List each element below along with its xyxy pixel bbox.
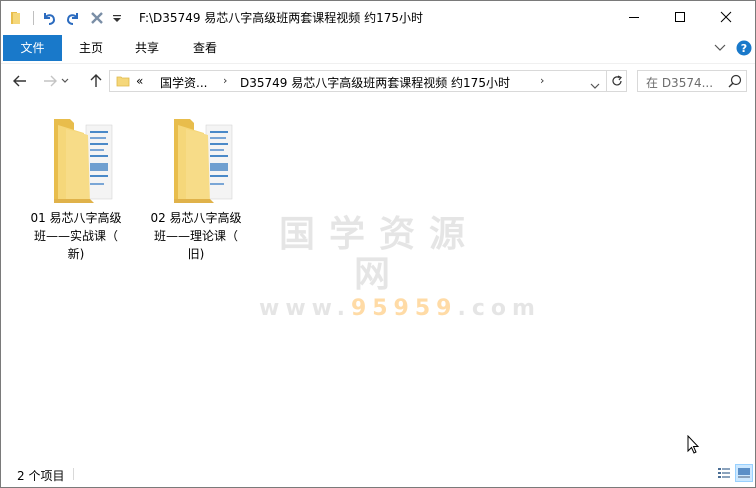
close-icon [720,11,732,23]
ribbon-tabs: 文件 主页 共享 查看 ? [1,35,755,61]
help-icon: ? [736,40,752,56]
breadcrumb-item-current[interactable]: D35749 易芯八字高级班两套课程视频 约175小时 [240,74,510,91]
watermark-url-number: 95959 [350,296,458,321]
watermark: 国学资源网 www.95959.com [259,214,535,323]
item-count: 2 个项目 [17,469,65,483]
tab-file[interactable]: 文件 [3,35,62,61]
chevron-down-icon [61,78,69,83]
title-bar: F:\D35749 易芯八字高级班两套课程视频 约175小时 [1,1,755,33]
arrow-left-icon [13,75,26,87]
minimize-icon [629,17,639,18]
quick-access-toolbar [7,8,128,28]
close-button[interactable] [703,1,749,33]
folder-name: 02 易芯八字高级 班——理论课（ 旧) [143,209,249,263]
up-button[interactable] [85,70,107,92]
folder-icon [116,74,130,88]
explorer-window: F:\D35749 易芯八字高级班两套课程视频 约175小时 文件 主页 共享 … [0,0,756,488]
tab-home[interactable]: 主页 [67,35,115,61]
folder-name-line: 班——理论课（ [153,229,238,243]
maximize-icon [675,12,685,22]
search-icon[interactable] [728,74,742,91]
maximize-button[interactable] [657,1,703,33]
recent-locations-button[interactable] [59,70,71,92]
file-list-pane: 01 易芯八字高级 班——实战课（ 新) 02 易芯八字高级 班——理论课（ 旧… [1,97,755,459]
breadcrumb-overflow[interactable]: « [136,74,143,88]
folder-name-line: 旧) [187,247,205,261]
redo-icon[interactable] [64,9,82,27]
mouse-cursor-icon [687,434,701,458]
search-input-placeholder[interactable]: 在 D3574... [646,74,713,91]
watermark-url-prefix: www. [259,296,351,321]
details-view-icon [718,468,730,478]
breadcrumb-separator-icon[interactable]: › [223,74,227,87]
folder-item[interactable]: 02 易芯八字高级 班——理论课（ 旧) [143,111,249,263]
status-bar: 2 个项目 [1,459,755,487]
forward-button[interactable] [39,70,61,92]
folder-name-line: 02 易芯八字高级 [150,211,242,225]
chevron-down-icon [714,44,726,51]
details-view-button[interactable] [715,464,733,482]
undo-icon[interactable] [40,9,58,27]
address-dropdown-icon[interactable] [590,78,600,92]
folder-with-files-icon [36,111,116,207]
watermark-title: 国学资源网 [278,214,479,295]
watermark-url-suffix: .com [457,296,541,321]
arrow-right-icon [44,75,57,87]
refresh-icon [611,75,622,86]
folder-name-line: 新) [67,247,85,261]
status-divider [73,468,74,480]
expand-ribbon-button[interactable] [711,39,729,57]
folder-name-line: 班——实战课（ [33,229,118,243]
minimize-button[interactable] [611,1,657,33]
refresh-button[interactable] [607,70,627,92]
qat-divider [33,11,34,25]
folder-item[interactable]: 01 易芯八字高级 班——实战课（ 新) [23,111,129,263]
folder-name-line: 01 易芯八字高级 [30,211,122,225]
breadcrumb-item-parent[interactable]: 国学资... [160,74,207,91]
tab-share[interactable]: 共享 [123,35,171,61]
customize-dropdown-icon[interactable] [112,9,122,27]
help-button[interactable]: ? [735,39,753,57]
search-box[interactable]: 在 D3574... [637,70,747,92]
back-button[interactable] [9,70,31,92]
watermark-url: www.95959.com [259,295,535,323]
arrow-up-icon [90,74,102,87]
svg-text:?: ? [741,42,747,55]
tab-view[interactable]: 查看 [181,35,229,61]
large-icons-view-icon [738,468,750,478]
folder-icon [7,9,25,27]
large-icons-view-button[interactable] [735,464,753,482]
delete-icon[interactable] [88,9,106,27]
breadcrumb-separator-icon[interactable]: › [540,74,544,87]
folder-name: 01 易芯八字高级 班——实战课（ 新) [23,209,129,263]
window-title: F:\D35749 易芯八字高级班两套课程视频 约175小时 [139,11,424,25]
address-bar[interactable]: « 国学资... › D35749 易芯八字高级班两套课程视频 约175小时 › [109,70,607,92]
folder-with-files-icon [156,111,236,207]
navigation-bar: « 国学资... › D35749 易芯八字高级班两套课程视频 约175小时 ›… [1,63,755,98]
